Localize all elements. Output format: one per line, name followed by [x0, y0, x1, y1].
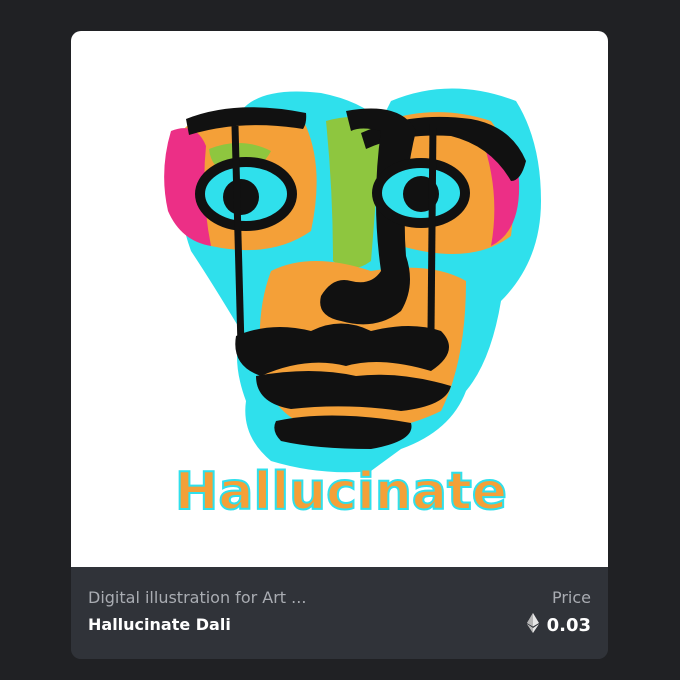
price-label: Price	[551, 588, 591, 607]
price-value: 0.03	[546, 614, 591, 636]
ethereum-icon	[526, 613, 539, 637]
price-row: 0.03	[526, 613, 591, 637]
collection-name[interactable]: Digital illustration for Art ...	[88, 588, 306, 607]
item-name[interactable]: Hallucinate Dali	[88, 615, 231, 634]
card-info: Digital illustration for Art ... Halluci…	[71, 567, 608, 659]
artwork-caption: Hallucinate	[175, 462, 507, 522]
dali-face-illustration: Hallucinate	[164, 88, 541, 523]
artwork-image[interactable]: Hallucinate	[71, 31, 608, 567]
nft-card[interactable]: Hallucinate Digital illustration for Art…	[71, 31, 608, 659]
